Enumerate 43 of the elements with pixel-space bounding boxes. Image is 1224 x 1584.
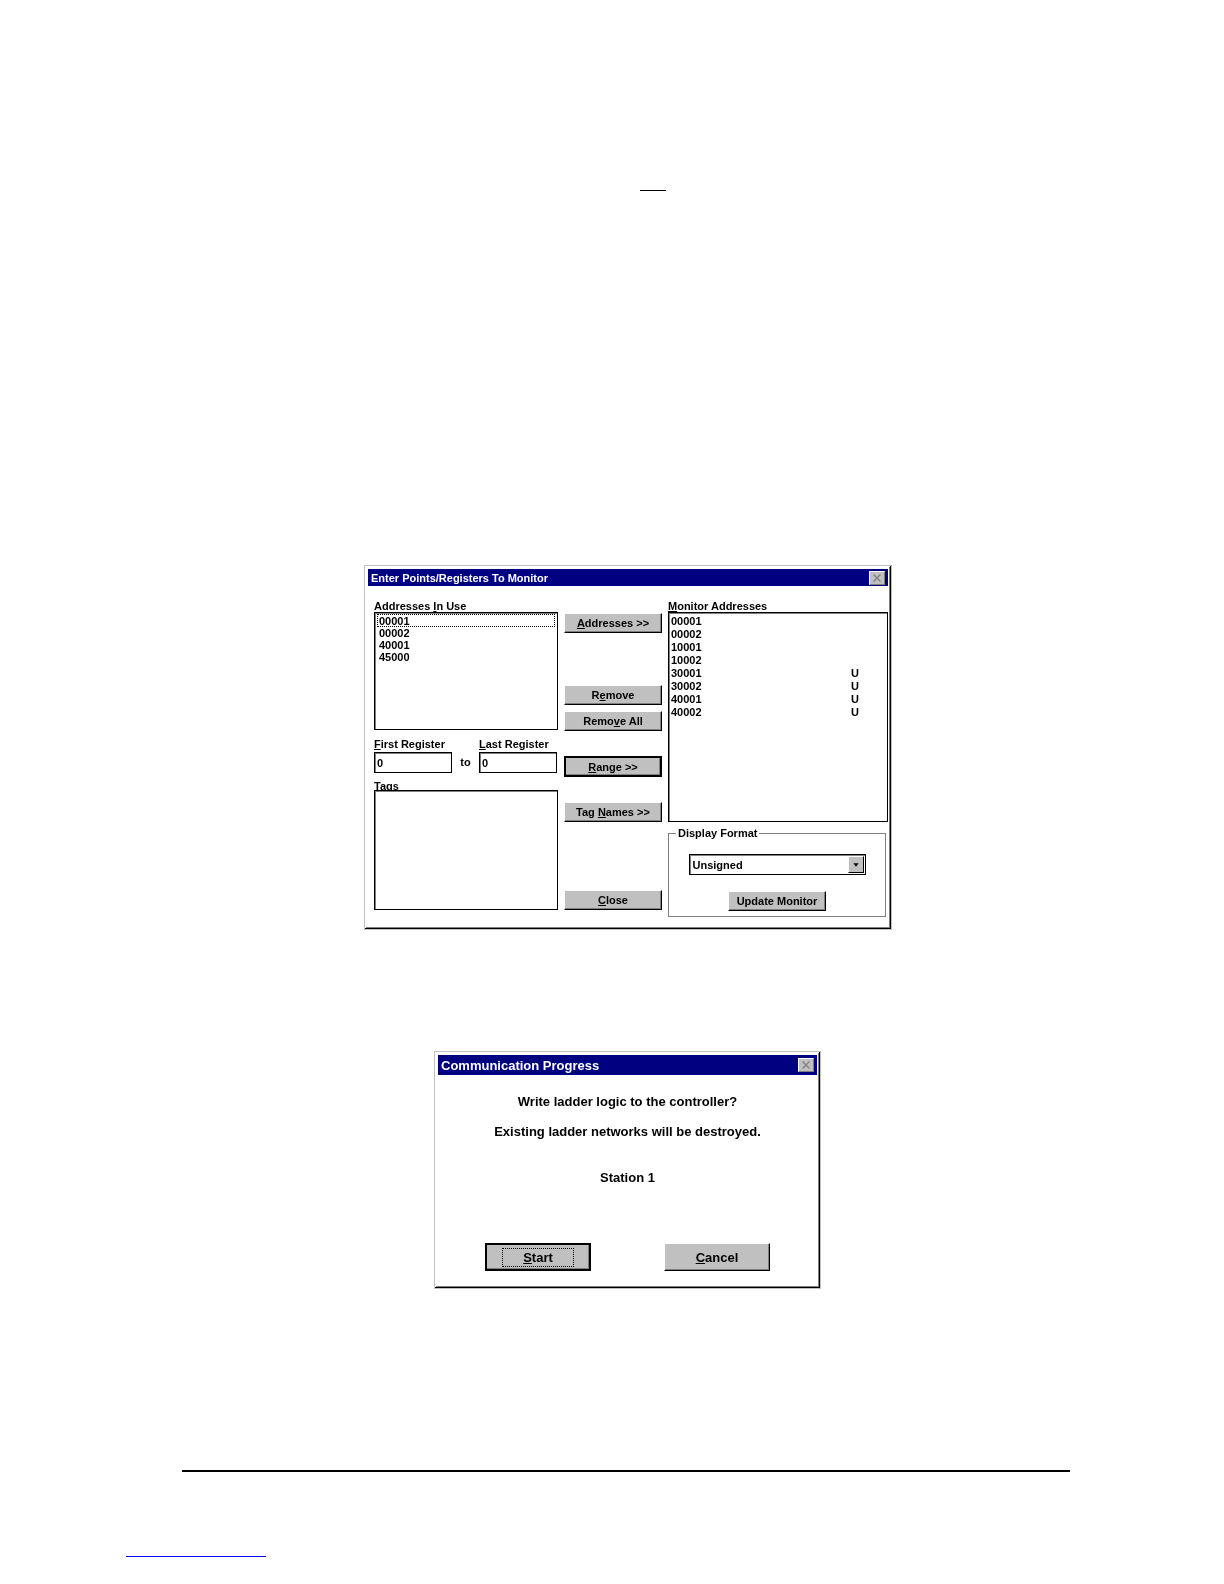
field-label: Monitor Addresses xyxy=(668,600,769,613)
dialog-button[interactable]: Remove All xyxy=(564,711,662,731)
address-text: 10002 xyxy=(671,654,703,667)
format-dropdown[interactable]: Unsigned xyxy=(688,854,866,875)
field-label: Addresses In Use xyxy=(374,600,468,613)
dialog-button[interactable]: Close xyxy=(564,890,662,910)
dialog-button[interactable]: Tag Names >> xyxy=(564,802,662,822)
field-label: Last Register xyxy=(479,738,549,751)
addresses-list[interactable]: 00001 00002 40001 45000 xyxy=(374,612,558,730)
dialog-button[interactable]: Remove xyxy=(564,685,662,705)
station-text: Station 1 xyxy=(600,1170,655,1185)
address-text: 30002 xyxy=(671,680,703,693)
message-text: Existing ladder networks will be destroyed. xyxy=(494,1124,761,1139)
message-text: Write ladder logic to the controller? xyxy=(517,1094,738,1109)
address-text: 00002 xyxy=(671,628,703,641)
dialog-button[interactable]: Addresses >> xyxy=(564,613,662,633)
list-item[interactable]: 00001 xyxy=(377,614,555,627)
dialog-button[interactable]: Start xyxy=(485,1243,591,1271)
tags-list[interactable] xyxy=(374,790,558,910)
field-label: First Register xyxy=(374,738,446,751)
monitor-addresses-list[interactable]: 00001 00002 10001 10002 30001 U 30002 U 40001 U 40002 U xyxy=(668,612,888,822)
close-icon[interactable] xyxy=(869,570,885,585)
window-title: Enter Points/Registers To Monitor xyxy=(371,571,549,584)
window-title: Communication Progress xyxy=(441,1057,600,1073)
address-text: 40001 xyxy=(671,693,703,706)
format-code: U xyxy=(851,693,859,706)
address-text: 00001 xyxy=(671,615,703,628)
last-register-field[interactable]: 0 xyxy=(479,752,557,773)
address-text: 30001 xyxy=(671,667,703,680)
format-code: U xyxy=(851,706,859,719)
dialog-button[interactable]: Range >> xyxy=(564,756,662,777)
address-text: 10001 xyxy=(671,641,703,654)
to-label: to xyxy=(459,756,472,769)
update-monitor-button[interactable]: Update Monitor xyxy=(728,891,826,911)
format-code: U xyxy=(851,680,859,693)
group-title: Display Format xyxy=(676,827,760,839)
first-register-field[interactable]: 0 xyxy=(374,752,452,773)
list-item[interactable]: 00002 xyxy=(377,626,555,639)
format-code: U xyxy=(851,667,859,680)
list-item[interactable]: 40001 xyxy=(377,638,555,651)
address-text: 40002 xyxy=(671,706,703,719)
list-item[interactable]: 45000 xyxy=(377,650,555,663)
dialog-button[interactable]: Cancel xyxy=(664,1243,770,1271)
